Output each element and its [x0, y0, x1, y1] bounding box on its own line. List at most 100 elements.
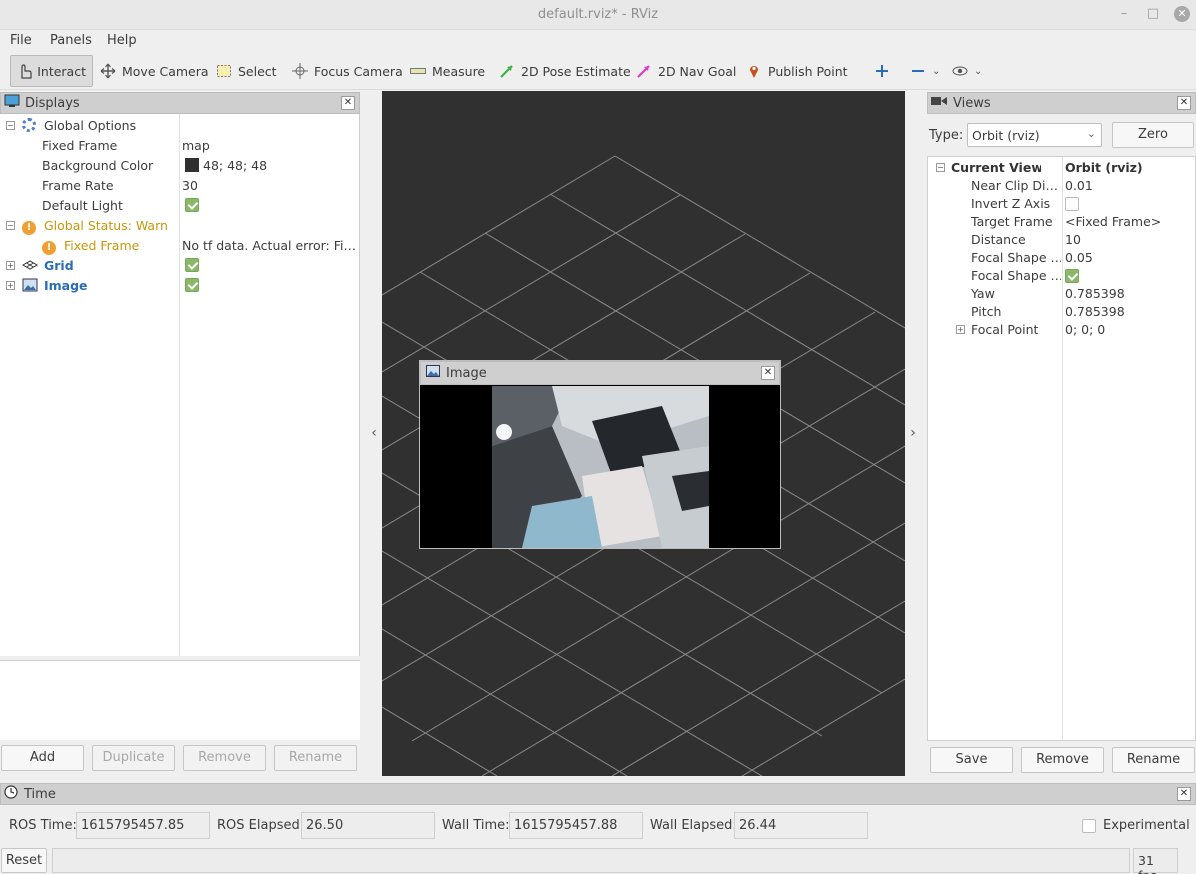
- view-type-label: Type:: [929, 128, 964, 143]
- tree-row-grid[interactable]: + Grid: [0, 256, 360, 276]
- color-swatch[interactable]: [185, 158, 199, 172]
- tool-publish-point[interactable]: Publish Point: [740, 55, 854, 87]
- tree-row-image[interactable]: + Image: [0, 276, 360, 296]
- view-row-current-view[interactable]: − Current View Orbit (rviz): [928, 159, 1196, 177]
- tool-focus-camera[interactable]: Focus Camera: [286, 55, 409, 87]
- plus-icon: [874, 63, 892, 79]
- row-value[interactable]: 30: [182, 178, 198, 193]
- tree-row-fixed-frame-status[interactable]: ! Fixed Frame No tf data. Actual error: …: [0, 236, 360, 256]
- tree-row-global-status[interactable]: − ! Global Status: Warn: [0, 216, 360, 236]
- default-light-checkbox[interactable]: [185, 198, 199, 212]
- row-value[interactable]: 0.785398: [1065, 286, 1125, 301]
- close-panel-icon[interactable]: ✕: [1177, 96, 1191, 110]
- focal-shape-checkbox[interactable]: [1065, 269, 1079, 283]
- collapse-left-icon[interactable]: ‹: [367, 425, 381, 441]
- remove-display-button[interactable]: Remove: [183, 745, 266, 771]
- image-checkbox[interactable]: [185, 278, 199, 292]
- grid-icon: [21, 258, 39, 275]
- tool-select[interactable]: Select: [210, 55, 283, 87]
- row-label: Yaw: [971, 286, 995, 301]
- window-titlebar: default.rviz* - RViz – □ ✕: [0, 0, 1196, 30]
- row-value[interactable]: 0.785398: [1065, 304, 1125, 319]
- tool-interact[interactable]: Interact: [10, 55, 93, 87]
- expand-icon[interactable]: +: [6, 261, 15, 270]
- displays-tree: − Global Options Fixed Frame map Backgro…: [0, 114, 360, 656]
- expand-icon[interactable]: +: [956, 325, 965, 334]
- view-row-near-clip[interactable]: Near Clip Di… 0.01: [928, 177, 1196, 195]
- tool-measure[interactable]: Measure: [404, 55, 491, 87]
- tool-2d-pose-estimate[interactable]: 2D Pose Estimate: [493, 55, 637, 87]
- views-header: Views ✕: [927, 92, 1196, 114]
- tree-row-background-color[interactable]: Background Color 48; 48; 48: [0, 156, 360, 176]
- row-label: Fixed Frame: [64, 238, 140, 253]
- row-value[interactable]: 0.05: [1065, 250, 1093, 265]
- experimental-checkbox[interactable]: [1082, 819, 1096, 833]
- row-value: Orbit (rviz): [1065, 160, 1143, 175]
- row-label: Grid: [44, 258, 74, 273]
- collapse-icon[interactable]: −: [6, 121, 15, 130]
- menu-file[interactable]: File: [10, 33, 32, 48]
- view-row-focal-shape-size[interactable]: Focal Shape … 0.05: [928, 249, 1196, 267]
- visibility-button[interactable]: ⌄: [946, 55, 988, 87]
- close-panel-icon[interactable]: ✕: [341, 96, 355, 110]
- row-value[interactable]: 0; 0; 0: [1065, 322, 1105, 337]
- close-window-icon[interactable]: ✕: [1174, 6, 1190, 22]
- menu-help[interactable]: Help: [107, 33, 137, 48]
- maximize-icon[interactable]: □: [1145, 6, 1161, 22]
- rename-display-button[interactable]: Rename: [274, 745, 357, 771]
- row-label: Fixed Frame: [42, 138, 118, 153]
- view-row-yaw[interactable]: Yaw 0.785398: [928, 285, 1196, 303]
- time-header: Time ✕: [0, 783, 1196, 805]
- close-panel-icon[interactable]: ✕: [1177, 787, 1191, 801]
- view-row-focal-shape-fixed[interactable]: Focal Shape …: [928, 267, 1196, 285]
- view-type-value: Orbit (rviz): [972, 128, 1040, 143]
- tree-row-default-light[interactable]: Default Light: [0, 196, 360, 216]
- menu-panels[interactable]: Panels: [50, 33, 92, 48]
- zero-button[interactable]: Zero: [1112, 122, 1194, 148]
- collapse-icon[interactable]: −: [936, 163, 945, 172]
- grid-checkbox[interactable]: [185, 258, 199, 272]
- row-label: Default Light: [42, 198, 123, 213]
- tree-row-fixed-frame[interactable]: Fixed Frame map: [0, 136, 360, 156]
- invert-z-checkbox[interactable]: [1065, 197, 1079, 211]
- warning-icon: !: [22, 221, 36, 235]
- remove-tool-button[interactable]: ⌄: [904, 55, 946, 87]
- tree-row-global-options[interactable]: − Global Options: [0, 116, 360, 136]
- image-icon: [22, 278, 38, 295]
- view-type-select[interactable]: Orbit (rviz) ⌄: [967, 123, 1102, 147]
- row-value[interactable]: 0.01: [1065, 178, 1093, 193]
- row-value[interactable]: <Fixed Frame>: [1065, 214, 1161, 229]
- row-label: Focal Point: [971, 322, 1039, 337]
- tool-publish-point-label: Publish Point: [768, 63, 848, 79]
- collapse-icon[interactable]: −: [6, 221, 15, 230]
- view-row-distance[interactable]: Distance 10: [928, 231, 1196, 249]
- row-label: Focal Shape …: [971, 268, 1061, 283]
- view-row-invert-z[interactable]: Invert Z Axis: [928, 195, 1196, 213]
- row-value[interactable]: 48; 48; 48: [203, 158, 267, 173]
- save-view-button[interactable]: Save: [930, 747, 1013, 773]
- tree-row-frame-rate[interactable]: Frame Rate 30: [0, 176, 360, 196]
- tool-move-camera[interactable]: Move Camera: [94, 55, 215, 87]
- view-row-pitch[interactable]: Pitch 0.785398: [928, 303, 1196, 321]
- view-row-focal-point[interactable]: + Focal Point 0; 0; 0: [928, 321, 1196, 339]
- reset-button[interactable]: Reset: [1, 848, 47, 873]
- collapse-right-icon[interactable]: ›: [906, 425, 920, 441]
- row-label: Near Clip Di…: [971, 178, 1058, 193]
- row-value[interactable]: map: [182, 138, 210, 153]
- row-label: Pitch: [971, 304, 1002, 319]
- expand-icon[interactable]: +: [6, 281, 15, 290]
- minimize-icon[interactable]: –: [1116, 6, 1132, 22]
- close-panel-icon[interactable]: ✕: [761, 366, 775, 380]
- add-tool-button[interactable]: [868, 55, 902, 87]
- chevron-down-icon: ⌄: [932, 65, 941, 77]
- row-label: Global Status: Warn: [44, 218, 168, 233]
- remove-view-button[interactable]: Remove: [1021, 747, 1104, 773]
- view-row-target-frame[interactable]: Target Frame <Fixed Frame>: [928, 213, 1196, 231]
- gear-icon: [22, 118, 36, 132]
- rename-view-button[interactable]: Rename: [1112, 747, 1195, 773]
- wall-elapsed-label: Wall Elapsed:: [650, 818, 737, 833]
- duplicate-display-button[interactable]: Duplicate: [92, 745, 175, 771]
- tool-2d-nav-goal[interactable]: 2D Nav Goal: [630, 55, 742, 87]
- add-display-button[interactable]: Add: [1, 745, 84, 771]
- row-value[interactable]: 10: [1065, 232, 1081, 247]
